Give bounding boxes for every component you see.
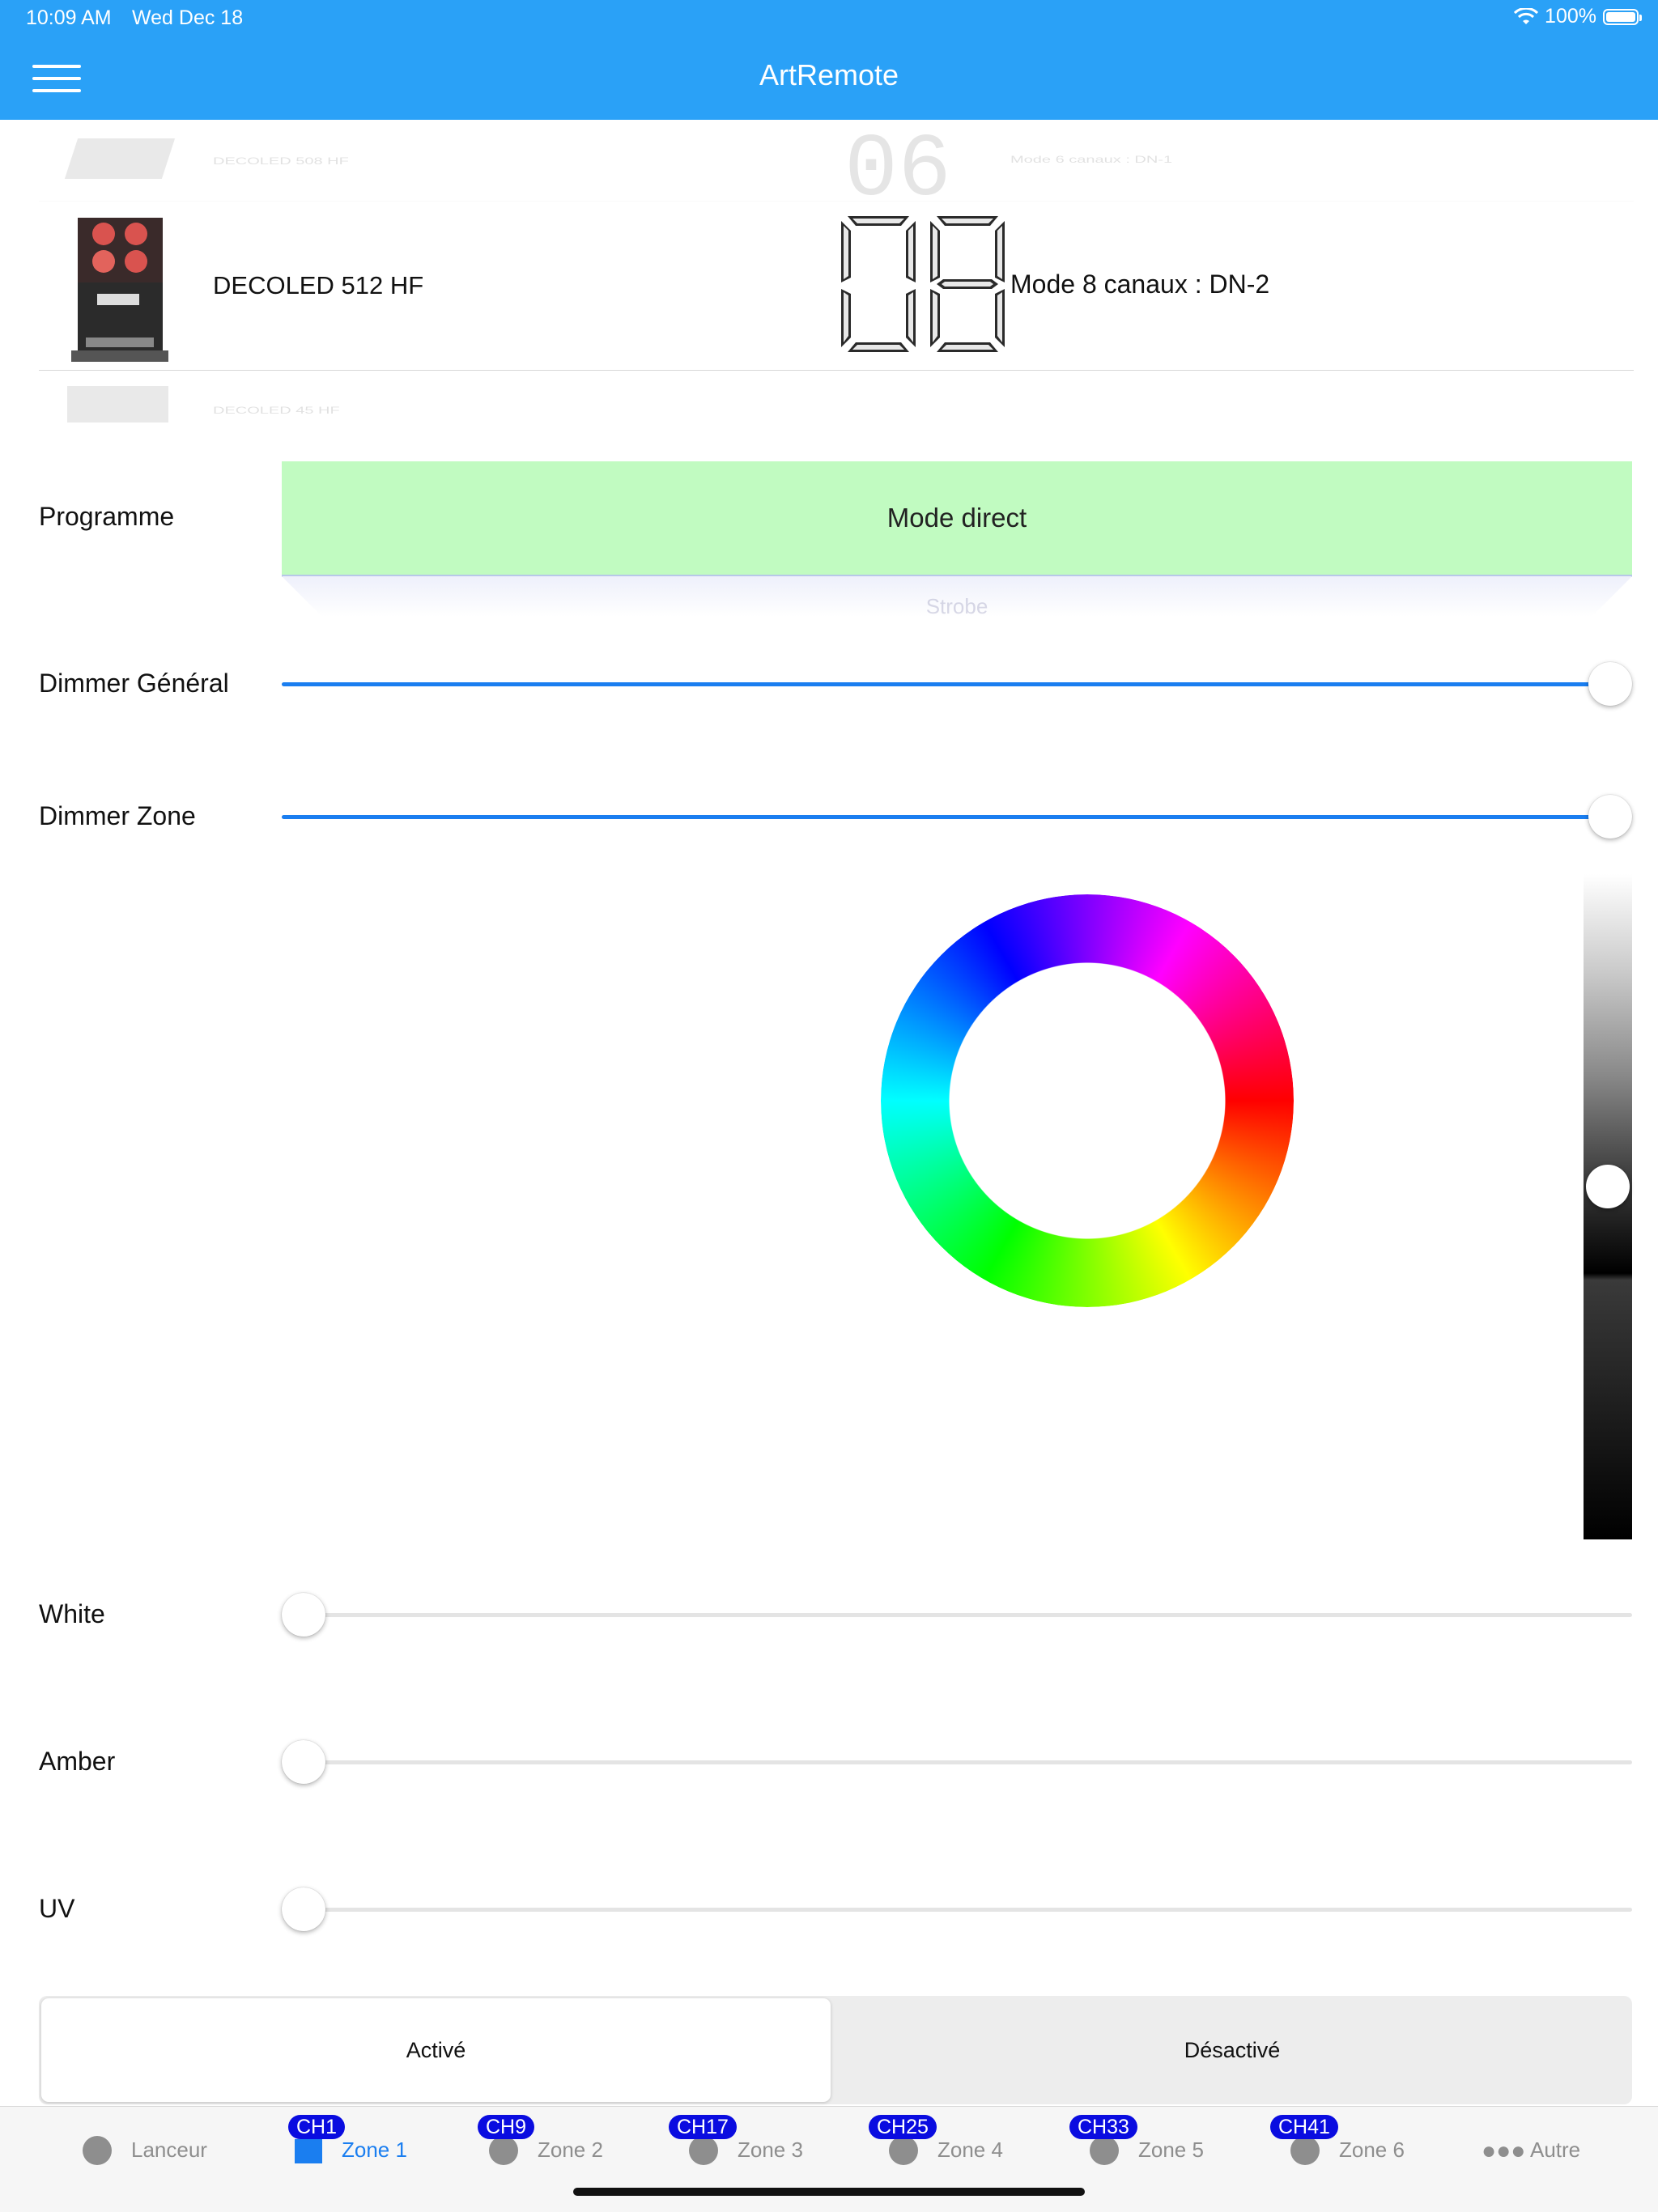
channel-badge: CH25 bbox=[869, 2115, 937, 2139]
tab-label: Zone 1 bbox=[342, 2138, 407, 2162]
slider-thumb[interactable] bbox=[282, 1887, 325, 1931]
tab-label: Zone 2 bbox=[538, 2138, 603, 2162]
app-title: ArtRemote bbox=[759, 58, 899, 91]
fixture-image bbox=[67, 386, 168, 422]
programme-selected: Mode direct bbox=[886, 503, 1027, 533]
programme-next-option[interactable]: Strobe bbox=[282, 576, 1632, 617]
status-time: 10:09 AM bbox=[26, 6, 112, 29]
programme-picker[interactable]: Mode direct bbox=[282, 461, 1632, 577]
device-row[interactable]: DECOLED 45 HF bbox=[39, 371, 1634, 460]
circle-icon bbox=[689, 2136, 718, 2165]
programme-next: Strobe bbox=[925, 594, 988, 617]
circle-icon bbox=[1090, 2136, 1119, 2165]
more-icon: ●●● bbox=[1482, 2138, 1526, 2164]
slider-thumb[interactable] bbox=[282, 1740, 325, 1784]
circle-icon bbox=[1290, 2136, 1320, 2165]
amber-slider[interactable] bbox=[282, 1739, 1632, 1787]
segment-display: 06 bbox=[844, 121, 951, 201]
battery-icon bbox=[1603, 8, 1642, 25]
circle-icon bbox=[489, 2136, 518, 2165]
channel-badge: CH17 bbox=[669, 2115, 737, 2139]
tab-label: Zone 5 bbox=[1138, 2138, 1204, 2162]
deactivated-segment[interactable]: Désactivé bbox=[832, 1996, 1632, 2104]
home-indicator bbox=[573, 2188, 1085, 2196]
dimmer-zone-label: Dimmer Zone bbox=[39, 801, 196, 830]
device-row[interactable]: DECOLED 508 HF 06 Mode 6 canaux : DN-1 bbox=[39, 120, 1634, 202]
device-name: DECOLED 512 HF bbox=[213, 271, 424, 299]
device-digits: 08 bbox=[836, 211, 838, 212]
status-indicators: 100% bbox=[1514, 5, 1642, 28]
device-row-selected[interactable]: DECOLED 512 HF 08 Mode 8 canaux: DN-2 bbox=[39, 202, 1634, 371]
device-picker[interactable]: DECOLED 508 HF 06 Mode 6 canaux : DN-1 D… bbox=[39, 120, 1634, 460]
uv-slider[interactable] bbox=[282, 1886, 1632, 1934]
slider-thumb[interactable] bbox=[1588, 795, 1632, 839]
tab-label: Lanceur bbox=[131, 2138, 207, 2162]
channel-badge: CH1 bbox=[288, 2115, 346, 2139]
wifi-icon bbox=[1514, 7, 1539, 24]
slider-thumb[interactable] bbox=[282, 1593, 325, 1637]
brightness-thumb[interactable] bbox=[1586, 1165, 1630, 1209]
tab-label: Zone 3 bbox=[738, 2138, 803, 2162]
tab-label: Zone 6 bbox=[1339, 2138, 1405, 2162]
device-name: DECOLED 45 HF bbox=[213, 405, 340, 416]
dimmer-general-slider[interactable] bbox=[282, 660, 1632, 709]
white-label: White bbox=[39, 1599, 105, 1628]
amber-label: Amber bbox=[39, 1747, 116, 1776]
device-digits: 06 bbox=[844, 121, 951, 201]
dimmer-general-label: Dimmer Général bbox=[39, 669, 229, 698]
slider-thumb[interactable] bbox=[1588, 662, 1632, 706]
square-icon bbox=[295, 2139, 322, 2163]
white-slider[interactable] bbox=[282, 1591, 1632, 1640]
navigation-bar: 10:09 AM Wed Dec 18 100% ArtRemote bbox=[0, 0, 1658, 120]
tab-bar: Lanceur CH1 Zone 1 CH9 Zone 2 CH17 Zone … bbox=[0, 2106, 1658, 2212]
tab-label: Zone 4 bbox=[937, 2138, 1003, 2162]
fixture-image bbox=[71, 218, 168, 362]
fixture-image bbox=[64, 138, 176, 179]
segment-display: 08 bbox=[836, 211, 1005, 352]
status-date: Wed Dec 18 bbox=[132, 6, 244, 29]
dimmer-zone-slider[interactable] bbox=[282, 793, 1632, 842]
battery-percent: 100% bbox=[1545, 5, 1596, 28]
device-mode: Mode 6 canaux : DN-1 bbox=[1010, 154, 1173, 165]
channel-badge: CH41 bbox=[1270, 2115, 1338, 2139]
circle-icon bbox=[83, 2136, 112, 2165]
circle-icon bbox=[889, 2136, 918, 2165]
brightness-bar[interactable] bbox=[1584, 874, 1632, 1539]
device-mode: Mode 8 canaux : DN-2 bbox=[1010, 270, 1270, 299]
active-toggle[interactable]: Activé Désactivé bbox=[39, 1996, 1632, 2104]
uv-label: UV bbox=[39, 1894, 75, 1923]
color-wheel[interactable] bbox=[881, 894, 1294, 1307]
activated-segment[interactable]: Activé bbox=[41, 1998, 831, 2102]
channel-badge: CH9 bbox=[478, 2115, 535, 2139]
programme-label: Programme bbox=[39, 502, 175, 531]
device-name: DECOLED 508 HF bbox=[213, 155, 349, 167]
channel-badge: CH33 bbox=[1069, 2115, 1137, 2139]
tab-label: Autre bbox=[1530, 2138, 1581, 2162]
